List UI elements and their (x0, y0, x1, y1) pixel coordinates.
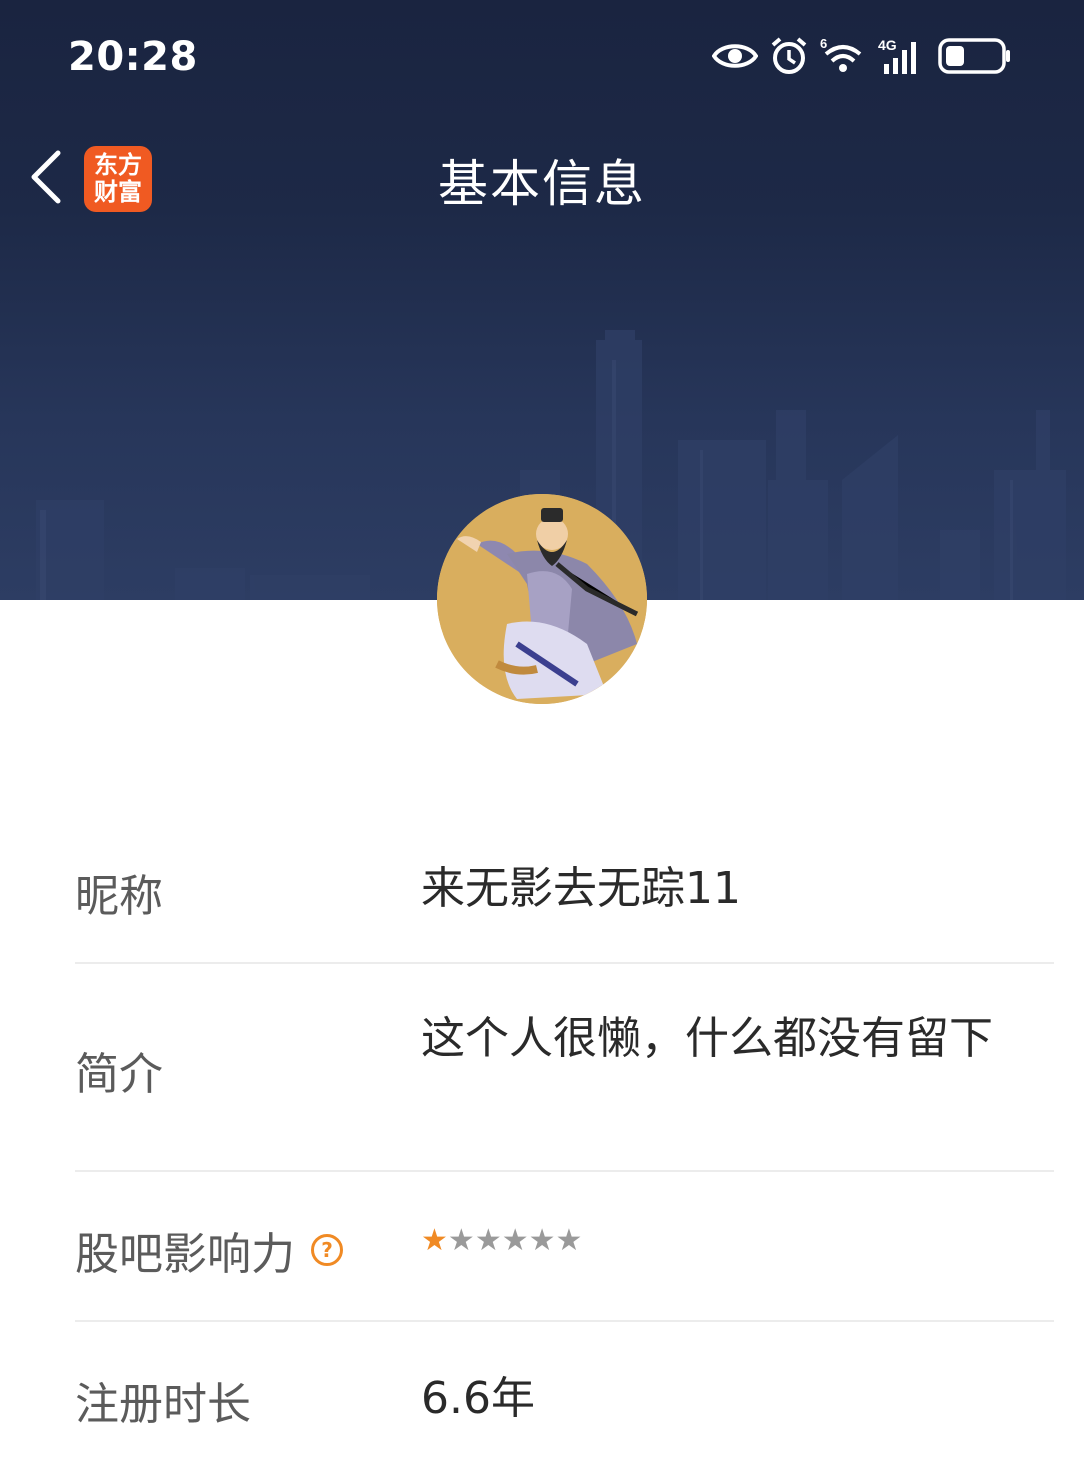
star-empty-icon: ★ (474, 1223, 502, 1258)
info-list: 昵称 来无影去无踪11 简介 这个人很懒，什么都没有留下 股吧影响力 ? ★ ★ ★… (75, 812, 1054, 1472)
avatar[interactable] (437, 494, 647, 704)
nickname-label: 昵称 (75, 871, 163, 922)
wifi-6-icon: 6 (820, 36, 866, 76)
influence-value: ★ ★ ★ ★ ★ ★ (421, 1224, 1011, 1258)
avatar-image (437, 494, 647, 704)
page-title: 基本信息 (438, 155, 646, 213)
star-filled-icon: ★ (421, 1223, 448, 1258)
influence-stars: ★ ★ ★ ★ ★ ★ (421, 1224, 1011, 1258)
star-empty-icon: ★ (501, 1223, 529, 1258)
registration-label: 注册时长 (75, 1379, 251, 1430)
nickname-row: 昵称 来无影去无踪11 (75, 812, 1054, 964)
nav-bar: 东方 财富 基本信息 (0, 130, 1084, 230)
nickname-value: 来无影去无踪11 (421, 863, 741, 914)
battery-icon (938, 36, 1012, 76)
star-empty-icon: ★ (528, 1223, 556, 1258)
bio-label: 简介 (75, 1049, 163, 1100)
wifi-6-label: 6 (820, 36, 827, 51)
star-empty-icon: ★ (447, 1223, 475, 1258)
influence-label-group: 股吧影响力 ? (75, 1218, 343, 1282)
star-empty-icon: ★ (555, 1223, 583, 1258)
alarm-icon (770, 36, 808, 76)
influence-row: 股吧影响力 ? ★ ★ ★ ★ ★ ★ (75, 1172, 1054, 1322)
registration-row: 注册时长 6.6年 (75, 1322, 1054, 1472)
bio-value: 这个人很懒，什么都没有留下 (421, 1013, 993, 1064)
status-bar: 20:28 6 4G (0, 0, 1084, 110)
registration-value: 6.6年 (421, 1373, 535, 1424)
status-icons: 6 4G (712, 34, 1012, 78)
status-time: 20:28 (68, 34, 198, 80)
influence-label: 股吧影响力 (75, 1229, 295, 1280)
network-4g-label: 4G (878, 37, 897, 53)
bio-row: 简介 这个人很懒，什么都没有留下 (75, 964, 1054, 1172)
signal-4g-icon: 4G (878, 36, 926, 76)
help-icon[interactable]: ? (311, 1234, 343, 1266)
eye-icon (712, 40, 758, 72)
